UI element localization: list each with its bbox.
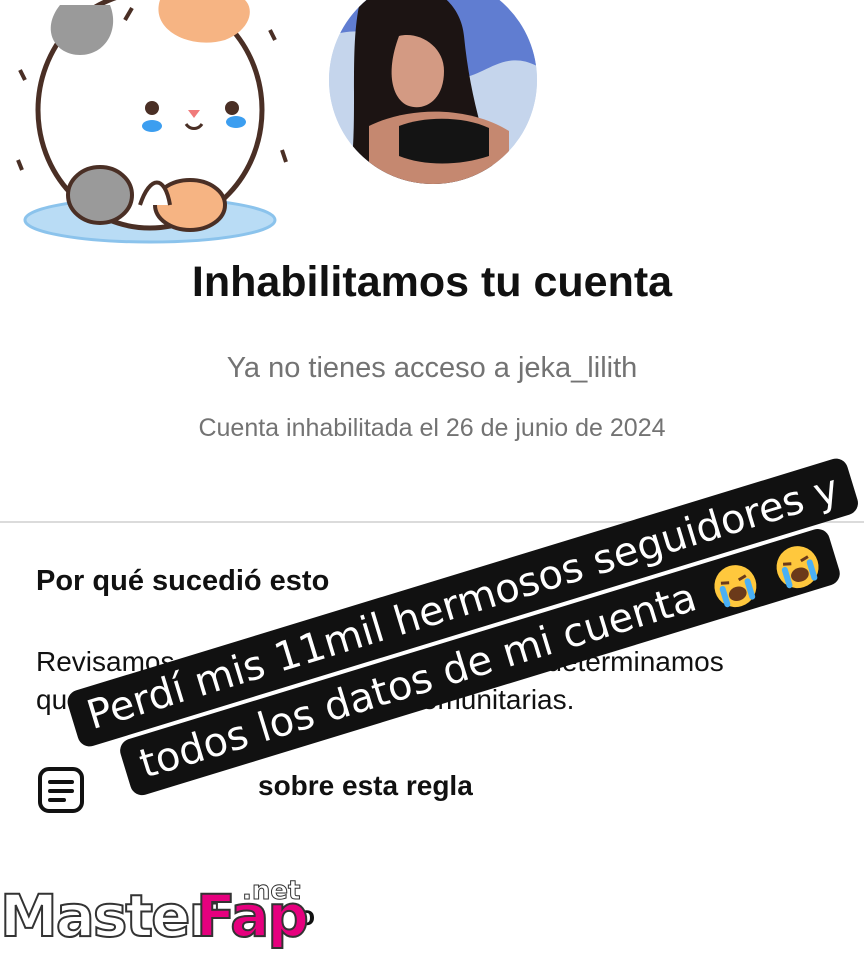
rule-info-link[interactable]: sobre esta regla xyxy=(258,770,473,802)
site-watermark: Master Fap .net xyxy=(0,876,340,960)
page-title: Inhabilitamos tu cuenta xyxy=(191,258,673,306)
profile-avatar xyxy=(329,0,537,184)
reason-heading: Por qué sucedió esto xyxy=(36,565,330,597)
watermark-part: Master xyxy=(0,881,218,951)
disabled-date: Cuenta inhabilitada el 26 de junio de 20… xyxy=(198,414,666,442)
crying-cat-sticker xyxy=(16,0,288,244)
document-icon xyxy=(38,767,84,813)
loudly-crying-face-icon xyxy=(776,546,819,589)
loudly-crying-face-icon xyxy=(714,565,757,608)
watermark-suffix: .net xyxy=(241,876,301,907)
access-message: Ya no tienes acceso a jeka_lilith xyxy=(226,352,638,384)
